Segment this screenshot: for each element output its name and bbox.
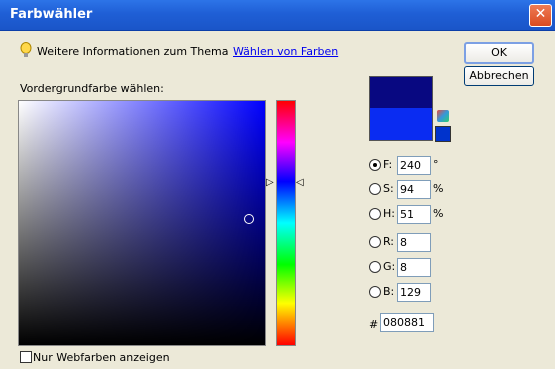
new-color-swatch <box>369 76 433 109</box>
green-radio[interactable] <box>369 261 381 273</box>
color-field[interactable] <box>18 100 266 346</box>
blue-radio[interactable] <box>369 286 381 298</box>
picker-label: Vordergrundfarbe wählen: <box>20 82 164 95</box>
web-colors-label: Nur Webfarben anzeigen <box>33 351 170 364</box>
cancel-button[interactable]: Abbrechen <box>464 66 534 86</box>
brightness-radio[interactable] <box>369 208 381 220</box>
web-colors-checkbox[interactable] <box>20 351 32 363</box>
hue-radio[interactable] <box>369 159 381 171</box>
hue-slider-left-arrow[interactable]: ▷ <box>266 177 274 188</box>
red-label: R: <box>383 235 395 248</box>
green-label: G: <box>383 260 396 273</box>
color-field-cursor[interactable] <box>244 214 254 224</box>
hue-unit: ° <box>433 158 439 171</box>
gamut-cube-icon[interactable] <box>437 110 449 122</box>
saturation-label: S: <box>383 182 394 195</box>
green-input[interactable]: 8 <box>397 258 431 277</box>
hex-input[interactable]: 080881 <box>380 313 434 332</box>
hex-label: # <box>369 318 379 331</box>
brightness-input[interactable]: 51 <box>397 205 431 224</box>
hue-slider-right-arrow[interactable]: ◁ <box>296 177 304 188</box>
info-link[interactable]: Wählen von Farben <box>233 45 338 58</box>
red-input[interactable]: 8 <box>397 233 431 252</box>
websafe-color-swatch[interactable] <box>435 126 451 142</box>
blue-label: B: <box>383 285 395 298</box>
title-bar: Farbwähler ✕ <box>0 0 555 31</box>
saturation-unit: % <box>433 182 444 195</box>
lightbulb-icon <box>20 42 32 57</box>
info-text: Weitere Informationen zum Thema <box>37 45 229 58</box>
current-color-swatch[interactable] <box>369 108 433 141</box>
brightness-unit: % <box>433 207 444 220</box>
hue-slider[interactable] <box>276 100 296 346</box>
blue-input[interactable]: 129 <box>397 283 431 302</box>
red-radio[interactable] <box>369 236 381 248</box>
hue-input[interactable]: 240 <box>397 156 431 175</box>
saturation-radio[interactable] <box>369 183 381 195</box>
window-title: Farbwähler <box>10 7 93 22</box>
hue-label: F: <box>383 158 393 171</box>
close-button[interactable]: ✕ <box>529 4 552 27</box>
ok-button[interactable]: OK <box>464 42 534 64</box>
saturation-input[interactable]: 94 <box>397 180 431 199</box>
brightness-label: H: <box>383 207 395 220</box>
